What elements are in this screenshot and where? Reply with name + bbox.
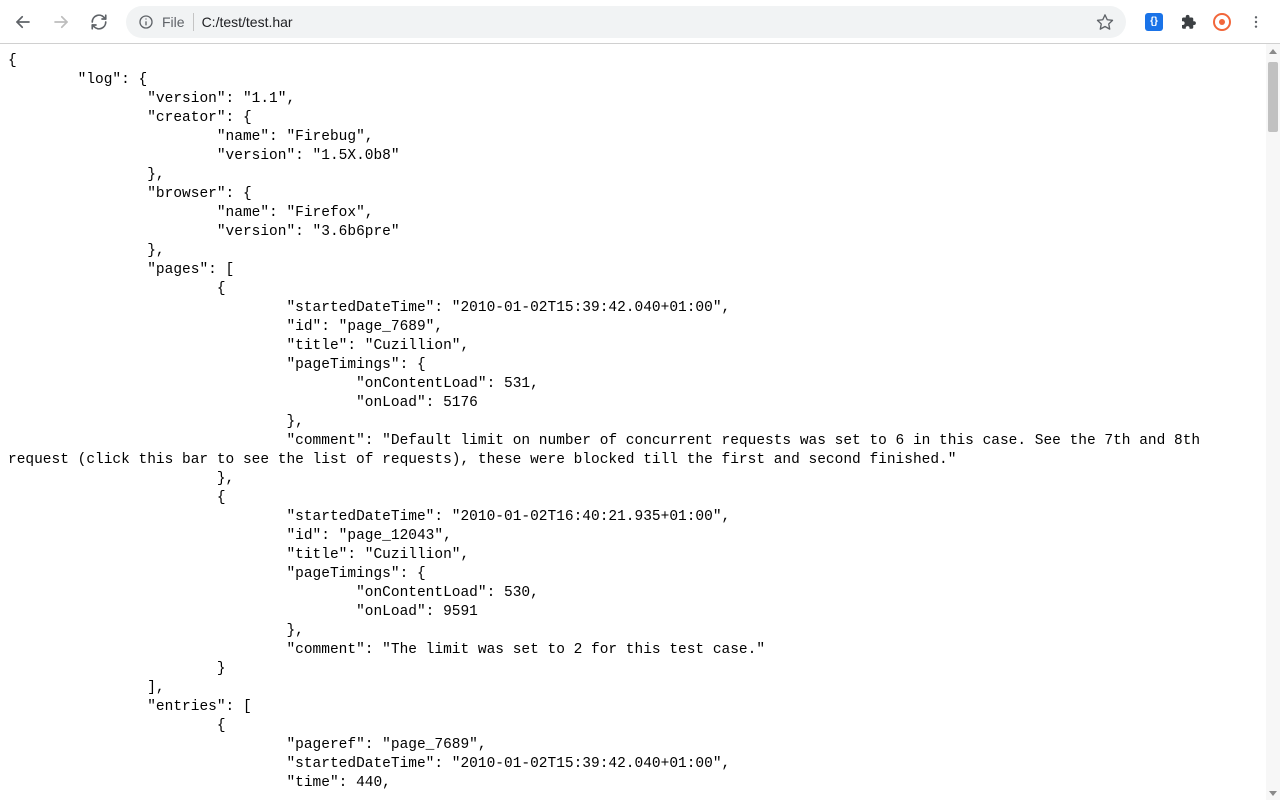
- info-icon: [138, 14, 154, 30]
- browser-menu-button[interactable]: [1242, 8, 1270, 36]
- json-icon: [1145, 13, 1163, 31]
- viewport: { "log": { "version": "1.1", "creator": …: [0, 44, 1280, 800]
- kebab-icon: [1248, 14, 1264, 30]
- page-content: { "log": { "version": "1.1", "creator": …: [0, 44, 1280, 800]
- vertical-scrollbar[interactable]: [1266, 44, 1280, 800]
- forward-button[interactable]: [44, 5, 78, 39]
- har-json-text[interactable]: { "log": { "version": "1.1", "creator": …: [0, 44, 1266, 800]
- reload-button[interactable]: [82, 5, 116, 39]
- circle-dot-icon: [1213, 13, 1231, 31]
- separator: [193, 13, 194, 31]
- puzzle-icon: [1179, 13, 1197, 31]
- scrollbar-up-button[interactable]: [1266, 44, 1280, 58]
- extension-json-viewer[interactable]: [1140, 8, 1168, 36]
- arrow-left-icon: [14, 13, 32, 31]
- scrollbar-down-button[interactable]: [1266, 786, 1280, 800]
- extensions-button[interactable]: [1174, 8, 1202, 36]
- extensions-group: [1136, 8, 1274, 36]
- back-button[interactable]: [6, 5, 40, 39]
- arrow-right-icon: [52, 13, 70, 31]
- address-bar[interactable]: File C:/test/test.har: [126, 6, 1126, 38]
- bookmark-button[interactable]: [1094, 11, 1116, 33]
- star-icon: [1096, 13, 1114, 31]
- url-text: C:/test/test.har: [202, 14, 1086, 30]
- file-badge: File: [162, 14, 185, 30]
- scrollbar-thumb[interactable]: [1268, 62, 1278, 132]
- browser-toolbar: File C:/test/test.har: [0, 0, 1280, 44]
- reload-icon: [90, 13, 108, 31]
- extension-circle[interactable]: [1208, 8, 1236, 36]
